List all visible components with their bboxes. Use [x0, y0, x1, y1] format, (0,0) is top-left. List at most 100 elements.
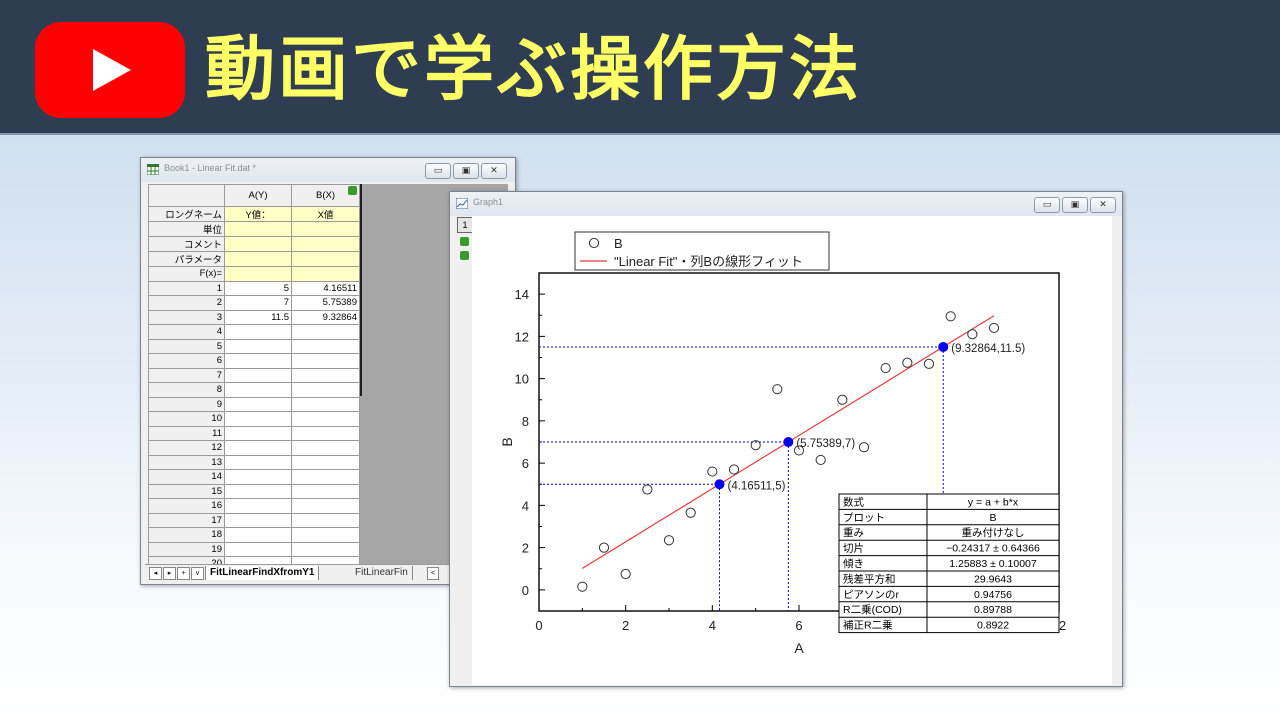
minimize-button[interactable]: ▭ — [425, 163, 451, 179]
meta-cell[interactable] — [291, 221, 360, 237]
cell-a[interactable] — [224, 541, 292, 557]
layer-1-button[interactable]: 1 — [457, 217, 473, 233]
cell-a[interactable] — [224, 367, 292, 383]
row-number[interactable]: 9 — [148, 396, 225, 412]
cell-b[interactable] — [291, 425, 360, 441]
cell-b[interactable] — [291, 353, 360, 369]
cell-b[interactable] — [291, 338, 360, 354]
row-number[interactable]: 15 — [148, 483, 225, 499]
row-number[interactable]: 14 — [148, 469, 225, 485]
cell-a[interactable] — [224, 440, 292, 456]
row-number[interactable]: 5 — [148, 338, 225, 354]
cell-b[interactable] — [291, 411, 360, 427]
cell-a[interactable] — [224, 353, 292, 369]
column-header-a[interactable]: A(Y) — [224, 184, 292, 207]
youtube-logo[interactable] — [35, 22, 185, 118]
cell-b[interactable] — [291, 541, 360, 557]
tab-next-button[interactable]: ▸ — [163, 567, 176, 580]
meta-row-label[interactable]: F(x)= — [148, 266, 225, 282]
cell-a[interactable]: 7 — [224, 295, 292, 311]
cell-b[interactable] — [291, 440, 360, 456]
cell-b[interactable] — [291, 512, 360, 528]
cell-b[interactable] — [291, 498, 360, 514]
cell-a[interactable] — [224, 527, 292, 543]
cell-a[interactable] — [224, 324, 292, 340]
tab-first-button[interactable]: ◂ — [149, 567, 162, 580]
cell-b[interactable] — [291, 324, 360, 340]
meta-row-label[interactable]: 単位 — [148, 221, 225, 237]
cell-b[interactable] — [291, 469, 360, 485]
add-sheet-button[interactable]: + — [177, 567, 190, 580]
cell-a[interactable] — [224, 382, 292, 398]
row-number[interactable]: 10 — [148, 411, 225, 427]
meta-cell[interactable]: X値 — [291, 206, 360, 222]
sheet-tab-active[interactable]: FitLinearFindXfromY1 — [205, 566, 320, 580]
corner-cell[interactable] — [148, 184, 225, 207]
sheet-tab[interactable]: FitLinearFin — [351, 566, 413, 580]
meta-row-label[interactable]: パラメータ — [148, 251, 225, 267]
meta-cell[interactable] — [291, 251, 360, 267]
restore-button[interactable]: ▣ — [453, 163, 479, 179]
row-number[interactable]: 12 — [148, 440, 225, 456]
row-number[interactable]: 11 — [148, 425, 225, 441]
cell-a[interactable] — [224, 425, 292, 441]
cell-a[interactable]: 11.5 — [224, 309, 292, 325]
cell-a[interactable] — [224, 483, 292, 499]
cell-b[interactable] — [291, 454, 360, 470]
workbook-titlebar[interactable]: Book1 - Linear Fit.dat * ▭ ▣ ✕ — [141, 158, 515, 182]
cell-b[interactable] — [291, 556, 360, 564]
row-number[interactable]: 18 — [148, 527, 225, 543]
meta-cell[interactable]: Y値： — [224, 206, 292, 222]
graph-page[interactable]: 02468101202468101214AB(4.16511,5)(5.7538… — [472, 216, 1112, 685]
row-number[interactable]: 4 — [148, 324, 225, 340]
meta-cell[interactable] — [224, 251, 292, 267]
row-number[interactable]: 17 — [148, 512, 225, 528]
meta-cell[interactable] — [224, 221, 292, 237]
cell-b[interactable]: 5.75389 — [291, 295, 360, 311]
table-row: 1 5 4.16511 — [148, 280, 360, 296]
cell-b[interactable] — [291, 367, 360, 383]
cell-b[interactable]: 9.32864 — [291, 309, 360, 325]
row-number[interactable]: 6 — [148, 353, 225, 369]
cell-a[interactable] — [224, 396, 292, 412]
meta-cell[interactable] — [224, 266, 292, 282]
cell-a[interactable] — [224, 469, 292, 485]
cell-a[interactable]: 5 — [224, 280, 292, 296]
cell-a[interactable] — [224, 454, 292, 470]
meta-row-label[interactable]: ロングネーム — [148, 206, 225, 222]
cell-b[interactable] — [291, 396, 360, 412]
worksheet-grid[interactable]: A(Y) B(X) ロングネーム Y値： X値 単位 コメント パラメータ F(x)= 1 5 4… — [148, 184, 360, 564]
row-number[interactable]: 20 — [148, 556, 225, 564]
minimize-button[interactable]: ▭ — [1034, 197, 1060, 213]
graph-titlebar[interactable]: Graph1 ▭ ▣ ✕ — [450, 192, 1122, 216]
cell-a[interactable] — [224, 556, 292, 564]
cell-b[interactable] — [291, 527, 360, 543]
cell-a[interactable] — [224, 498, 292, 514]
row-number[interactable]: 8 — [148, 382, 225, 398]
row-number[interactable]: 7 — [148, 367, 225, 383]
close-button[interactable]: ✕ — [1090, 197, 1116, 213]
meta-row-label[interactable]: コメント — [148, 236, 225, 252]
close-button[interactable]: ✕ — [481, 163, 507, 179]
cell-a[interactable] — [224, 411, 292, 427]
cell-a[interactable] — [224, 338, 292, 354]
row-number[interactable]: 3 — [148, 309, 225, 325]
graph-window[interactable]: Graph1 ▭ ▣ ✕ 1 02468101202468101214AB(4.… — [449, 191, 1123, 687]
row-number[interactable]: 2 — [148, 295, 225, 311]
row-number[interactable]: 19 — [148, 541, 225, 557]
row-number[interactable]: 1 — [148, 280, 225, 296]
meta-cell[interactable] — [291, 266, 360, 282]
row-number[interactable]: 16 — [148, 498, 225, 514]
stats-value: 0.8922 — [977, 620, 1009, 632]
cell-a[interactable] — [224, 512, 292, 528]
meta-cell[interactable] — [224, 236, 292, 252]
sheet-list-button[interactable]: v — [191, 567, 204, 580]
cell-b[interactable]: 4.16511 — [291, 280, 360, 296]
scatter-chart[interactable]: 02468101202468101214AB(4.16511,5)(5.7538… — [472, 216, 1112, 685]
tab-scroll-button[interactable]: < — [427, 567, 439, 580]
cell-b[interactable] — [291, 483, 360, 499]
cell-b[interactable] — [291, 382, 360, 398]
meta-cell[interactable] — [291, 236, 360, 252]
row-number[interactable]: 13 — [148, 454, 225, 470]
restore-button[interactable]: ▣ — [1062, 197, 1088, 213]
